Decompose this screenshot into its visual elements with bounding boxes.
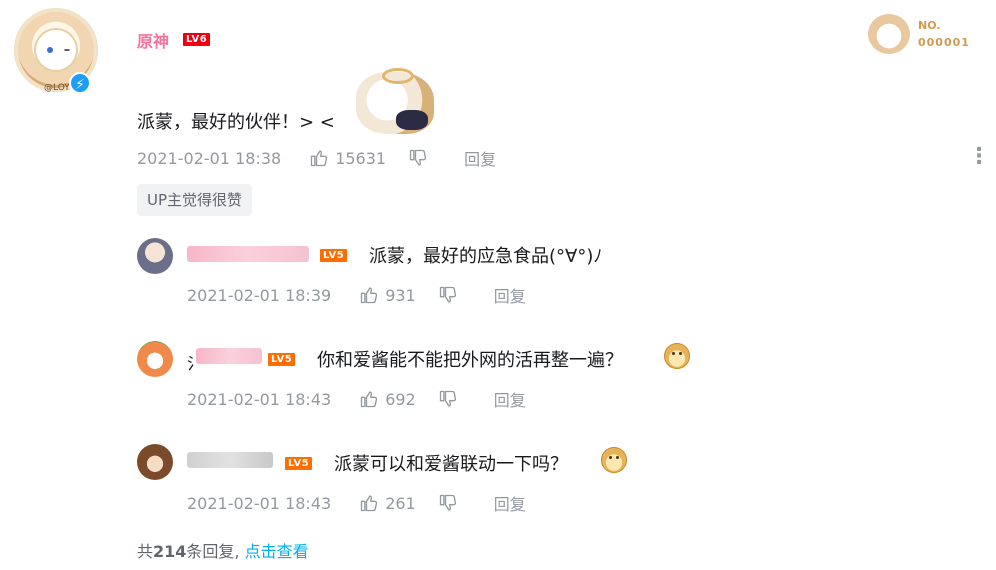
like-button[interactable]: 261 [359, 493, 416, 513]
reply-total: 共214条回复, 点击查看 [137, 538, 309, 562]
reply-text: 你和爱酱能不能把外网的活再整一遍？ [317, 350, 623, 371]
level-badge: LV5 [268, 353, 296, 366]
doge-emoji-icon [664, 343, 690, 369]
dislike-button[interactable] [408, 148, 428, 168]
reply-total-prefix: 共 [137, 542, 154, 561]
thumbs-down-icon [439, 286, 456, 303]
paimon-mini-icon [868, 14, 910, 54]
verified-lightning-icon: ⚡ [69, 72, 91, 94]
level-badge: LV5 [320, 249, 348, 262]
like-button[interactable]: 692 [359, 389, 416, 409]
more-vertical-icon[interactable]: ⋮ [968, 146, 990, 168]
comment-time: 2021-02-01 18:38 [137, 148, 282, 168]
reply-username-blurred[interactable] [196, 348, 262, 364]
thumbs-up-icon [361, 391, 378, 408]
doge-emoji-icon [601, 447, 627, 473]
comment-meta: 2021-02-01 18:38 15631 回复 [137, 146, 496, 170]
like-button[interactable]: 15631 [309, 148, 386, 168]
fan-number-badge: NO. 000001 [868, 14, 976, 54]
paimon-sticker-icon [356, 68, 434, 134]
reply-meta: 2021-02-01 18:43 692 回复 [187, 387, 526, 411]
reply-avatar[interactable] [137, 444, 173, 480]
thumbs-up-icon [311, 150, 328, 167]
reply-time: 2021-02-01 18:43 [187, 389, 332, 409]
reply-text: 派蒙，最好的应急食品(°∀°)ﾉ [369, 246, 603, 267]
reply-text: 派蒙可以和爱酱联动一下吗？ [334, 454, 568, 475]
like-count: 15631 [335, 148, 387, 168]
avatar-eye-wink [64, 49, 70, 51]
like-count: 931 [385, 285, 416, 305]
avatar-eye [47, 47, 53, 53]
reply-time: 2021-02-01 18:39 [187, 285, 332, 305]
reply-avatar[interactable] [137, 238, 173, 274]
comment-username[interactable]: 原神 [137, 28, 169, 52]
avatar-tag: @LOY [44, 83, 70, 93]
like-count: 692 [385, 389, 416, 409]
thumbs-down-icon [409, 149, 427, 166]
reply-button[interactable]: 回复 [494, 387, 526, 411]
fan-badge-number: 000001 [918, 36, 970, 49]
thumbs-up-icon [361, 287, 378, 304]
reply-button[interactable]: 回复 [494, 283, 526, 307]
reply-time: 2021-02-01 18:43 [187, 493, 332, 513]
reply-button[interactable]: 回复 [494, 491, 526, 515]
view-all-replies-link[interactable]: 点击查看 [245, 542, 309, 561]
avatar-face [36, 30, 76, 70]
reply-avatar[interactable] [137, 341, 173, 377]
reply-username-blurred[interactable] [187, 246, 309, 262]
level-badge: LV6 [183, 33, 211, 46]
dislike-button[interactable] [438, 285, 458, 305]
reply-total-suffix: 条回复, [186, 542, 240, 561]
thumbs-down-icon [439, 390, 456, 407]
comment-text: 派蒙，最好的伙伴！> < [137, 112, 335, 133]
dislike-button[interactable] [438, 389, 458, 409]
level-badge: LV5 [285, 457, 313, 470]
reply-total-count: 214 [153, 542, 187, 561]
fan-badge-no-label: NO. [918, 19, 941, 32]
reply-button[interactable]: 回复 [464, 146, 496, 170]
reply-meta: 2021-02-01 18:39 931 回复 [187, 283, 526, 307]
reply-meta: 2021-02-01 18:43 261 回复 [187, 491, 526, 515]
like-button[interactable]: 931 [359, 285, 416, 305]
dislike-button[interactable] [438, 493, 458, 513]
like-count: 261 [385, 493, 416, 513]
thumbs-down-icon [439, 494, 456, 511]
reply-username-blurred[interactable] [187, 452, 273, 468]
thumbs-up-icon [361, 495, 378, 512]
up-liked-tag: UP主觉得很赞 [137, 184, 253, 216]
